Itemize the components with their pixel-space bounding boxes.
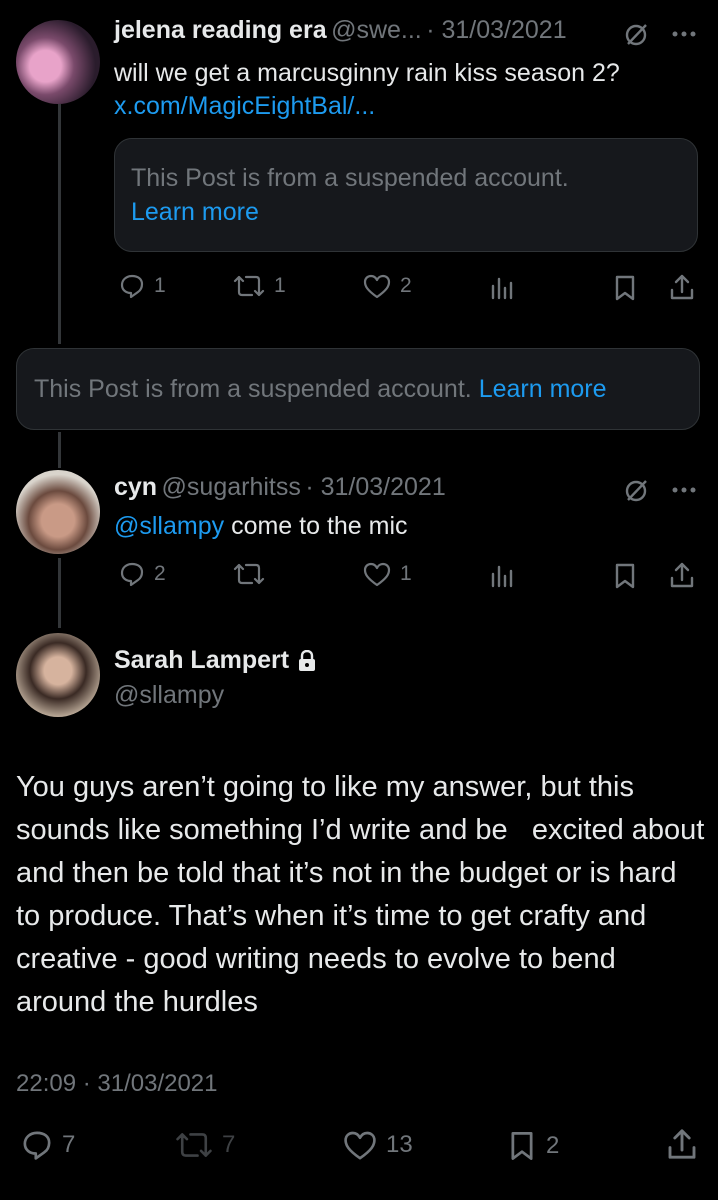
learn-more-link[interactable]: Learn more <box>479 375 607 404</box>
like-button[interactable]: 13 <box>342 1128 413 1162</box>
like-button[interactable]: 1 <box>362 560 412 588</box>
learn-more-link[interactable]: Learn more <box>131 195 681 229</box>
reply-count: 1 <box>154 274 166 297</box>
avatar[interactable] <box>16 470 100 554</box>
thread-line <box>58 432 61 468</box>
reply-button[interactable]: 1 <box>118 272 166 300</box>
bookmark-icon[interactable] <box>611 561 639 596</box>
main-post-text: You guys aren’t going to like my answer,… <box>16 771 713 1018</box>
repost-count: 1 <box>274 274 286 297</box>
repost-icon <box>176 1133 212 1157</box>
like-count: 1 <box>400 562 412 585</box>
avatar[interactable] <box>16 633 100 717</box>
mention-link[interactable]: @sllampy <box>114 512 224 540</box>
views-icon[interactable] <box>488 274 516 307</box>
suspended-notice: This Post is from a suspended account. <box>131 164 569 192</box>
thread-line <box>58 104 61 344</box>
quoted-post-card[interactable]: This Post is from a suspended account. L… <box>114 138 698 252</box>
like-icon <box>363 274 391 299</box>
author-handle[interactable]: @sllampy <box>114 681 224 710</box>
post-text: come to the mic <box>224 512 408 540</box>
suspended-post-row[interactable]: This Post is from a suspended account. L… <box>16 348 700 430</box>
like-count: 2 <box>400 274 412 297</box>
reply-count: 2 <box>154 562 166 585</box>
like-icon <box>344 1131 376 1160</box>
reply-button[interactable]: 2 <box>118 560 166 588</box>
reply-icon <box>120 562 144 587</box>
author-name[interactable]: cyn <box>114 473 157 501</box>
author-name[interactable]: Sarah Lampert <box>114 646 289 675</box>
post-date[interactable]: · 31/03/2021 <box>426 16 566 44</box>
bookmark-button[interactable]: 2 <box>506 1128 559 1164</box>
repost-count: 7 <box>222 1131 236 1158</box>
suspended-notice: This Post is from a suspended account. <box>34 374 472 403</box>
share-icon[interactable] <box>667 272 697 307</box>
author-name[interactable]: jelena reading era <box>114 16 327 44</box>
repost-icon <box>233 563 265 585</box>
thread-line <box>58 558 61 628</box>
like-icon <box>363 562 391 587</box>
more-icon[interactable] <box>670 22 698 51</box>
author-handle[interactable]: @swe... <box>331 16 422 44</box>
share-icon[interactable] <box>664 1126 700 1167</box>
views-icon[interactable] <box>488 562 516 595</box>
repost-button[interactable] <box>232 560 274 588</box>
repost-button[interactable]: 7 <box>174 1128 235 1162</box>
grok-icon[interactable] <box>623 20 651 53</box>
bookmark-icon <box>511 1132 533 1160</box>
reply-icon <box>23 1131 51 1160</box>
post-date[interactable]: · 31/03/2021 <box>305 473 445 501</box>
author-handle[interactable]: @sugarhitss <box>162 473 301 501</box>
lock-icon <box>299 649 316 671</box>
share-icon[interactable] <box>667 560 697 595</box>
bookmark-count: 2 <box>546 1132 560 1159</box>
more-icon[interactable] <box>670 478 698 507</box>
reply-count: 7 <box>62 1131 76 1158</box>
like-count: 13 <box>386 1131 413 1158</box>
post-link[interactable]: x.com/MagicEightBal/... <box>114 92 375 121</box>
avatar[interactable] <box>16 20 100 104</box>
like-button[interactable]: 2 <box>362 272 412 300</box>
post-timestamp[interactable]: 22:09 · 31/03/2021 <box>16 1070 218 1098</box>
repost-button[interactable]: 1 <box>232 272 286 300</box>
reply-icon <box>120 274 144 299</box>
post-text: will we get a marcusginny rain kiss seas… <box>114 59 620 87</box>
reply-button[interactable]: 7 <box>20 1128 75 1162</box>
repost-icon <box>233 275 265 297</box>
bookmark-icon[interactable] <box>611 273 639 308</box>
grok-icon[interactable] <box>623 476 651 509</box>
